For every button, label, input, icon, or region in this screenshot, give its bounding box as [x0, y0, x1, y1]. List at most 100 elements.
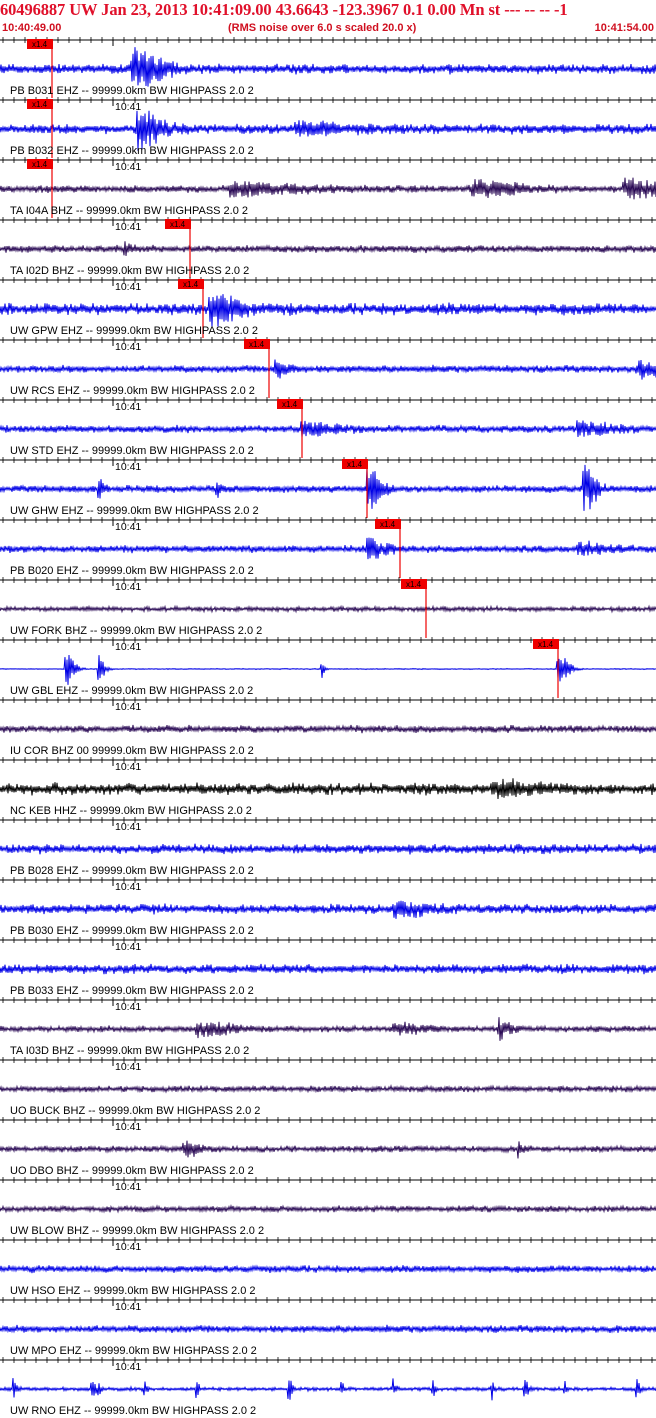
channel-row: 10:41 PB B033 EHZ -- 99999.0km BW HIGHPAS…: [0, 937, 656, 997]
channel-row: x1.4 PB B031 EHZ -- 99999.0km BW HIGHPASS…: [0, 37, 656, 98]
channel-row: 10:41 x1.4 PB B020 EHZ -- 99999.0km BW HIG…: [0, 517, 656, 578]
channel-label: UW GBL EHZ -- 99999.0km BW HIGHPASS 2.0 …: [10, 685, 253, 697]
minute-label: 10:41: [115, 1121, 141, 1133]
waveform-trace: [0, 1324, 656, 1334]
pick-flag-label: x1.4: [32, 100, 48, 109]
waveform-trace: [0, 843, 656, 855]
channel-label: UW FORK BHZ -- 99999.0km BW HIGHPASS 2.0…: [10, 625, 262, 637]
pick-flag-label: x1.4: [32, 40, 48, 49]
channel-row: 10:41 x1.4 UW RCS EHZ -- 99999.0km BW HIGH…: [0, 337, 656, 398]
waveform-trace: [0, 1264, 656, 1274]
channel-row: 10:41 x1.4 TA I04A BHZ -- 99999.0km BW HIG…: [0, 157, 656, 218]
channel-row: 10:41 x1.4 TA I02D BHZ -- 99999.0km BW HIG…: [0, 217, 656, 278]
minute-label: 10:41: [115, 1361, 141, 1373]
pick-flag-label: x1.4: [380, 520, 396, 529]
channel-label: UO DBO BHZ -- 99999.0km BW HIGHPASS 2.0 …: [10, 1165, 254, 1177]
minute-label: 10:41: [115, 1241, 141, 1253]
channel-label: UO BUCK BHZ -- 99999.0km BW HIGHPASS 2.0…: [10, 1105, 260, 1117]
waveform-trace: [0, 724, 656, 734]
channel-label: TA I02D BHZ -- 99999.0km BW HIGHPASS 2.0…: [10, 265, 249, 277]
channel-row: 10:41 x1.4 UW GBL EHZ -- 99999.0km BW HIGH…: [0, 637, 656, 698]
channel-label: PB B028 EHZ -- 99999.0km BW HIGHPASS 2.0…: [10, 865, 254, 877]
channel-label: TA I04A BHZ -- 99999.0km BW HIGHPASS 2.0…: [10, 205, 248, 217]
channel-label: UW GPW EHZ -- 99999.0km BW HIGHPASS 2.0 …: [10, 325, 258, 337]
channel-row: 10:41 UO BUCK BHZ -- 99999.0km BW HIGHPAS…: [0, 1057, 656, 1117]
channel-row: 10:41 UW BLOW BHZ -- 99999.0km BW HIGHPAS…: [0, 1177, 656, 1237]
minute-label: 10:41: [115, 581, 141, 593]
pick-flag-label: x1.4: [32, 160, 48, 169]
waveform-trace: [0, 604, 656, 614]
minute-label: 10:41: [115, 941, 141, 953]
minute-label: 10:41: [115, 221, 141, 233]
channel-row: 10:41 UO DBO BHZ -- 99999.0km BW HIGHPASS…: [0, 1117, 656, 1177]
pick-flag-label: x1.4: [170, 220, 186, 229]
channel-row: 10:41 UW MPO EHZ -- 99999.0km BW HIGHPASS…: [0, 1297, 656, 1357]
channel-row: 10:41 PB B028 EHZ -- 99999.0km BW HIGHPAS…: [0, 817, 656, 877]
minute-label: 10:41: [115, 701, 141, 713]
pick-flag-label: x1.4: [249, 340, 265, 349]
seismogram-panel: x1.4 PB B031 EHZ -- 99999.0km BW HIGHPASS…: [0, 37, 656, 1417]
minute-label: 10:41: [115, 461, 141, 473]
minute-label: 10:41: [115, 821, 141, 833]
minute-label: 10:41: [115, 1181, 141, 1193]
minute-label: 10:41: [115, 1301, 141, 1313]
channel-label: PB B031 EHZ -- 99999.0km BW HIGHPASS 2.0…: [10, 85, 254, 97]
waveform-trace: [0, 1204, 656, 1214]
waveform-trace: [0, 464, 656, 511]
channel-row: 10:41 UW HSO EHZ -- 99999.0km BW HIGHPASS…: [0, 1237, 656, 1297]
minute-label: 10:41: [115, 881, 141, 893]
channel-row: 10:41x1.4PB B032 EHZ -- 99999.0km BW HIG…: [0, 97, 656, 158]
waveform-trace: [0, 241, 656, 256]
waveform-trace: [0, 778, 656, 800]
minute-label: 10:41: [115, 281, 141, 293]
waveform-trace: [0, 177, 656, 200]
waveform-trace: [0, 47, 656, 87]
channel-label: PB B032 EHZ -- 99999.0km BW HIGHPASS 2.0…: [10, 145, 254, 157]
waveform-trace: [0, 420, 656, 438]
waveform-trace: [0, 1084, 656, 1094]
channel-label: NC KEB HHZ -- 99999.0km BW HIGHPASS 2.0 …: [10, 805, 252, 817]
channel-label: TA I03D BHZ -- 99999.0km BW HIGHPASS 2.0…: [10, 1045, 249, 1057]
channel-label: IU COR BHZ 00 99999.0km BW HIGHPASS 2.0 …: [10, 745, 254, 757]
channel-row: 10:41 x1.4 UW FORK BHZ -- 99999.0km BW HIG…: [0, 577, 656, 638]
channel-row: 10:41 NC KEB HHZ -- 99999.0km BW HIGHPASS…: [0, 757, 656, 817]
pick-flag-label: x1.4: [282, 400, 298, 409]
pick-flag-label: x1.4: [347, 460, 363, 469]
channel-label: PB B030 EHZ -- 99999.0km BW HIGHPASS 2.0…: [10, 925, 254, 937]
waveform-trace: [0, 963, 656, 975]
waveform-trace: [0, 1017, 656, 1041]
channel-label: PB B033 EHZ -- 99999.0km BW HIGHPASS 2.0…: [10, 985, 254, 997]
channel-label: UW STD EHZ -- 99999.0km BW HIGHPASS 2.0 …: [10, 445, 254, 457]
minute-label: 10:41: [115, 761, 141, 773]
channel-label: UW RNO EHZ -- 99999.0km BW HIGHPASS 2.0 …: [10, 1405, 256, 1417]
channel-label: UW HSO EHZ -- 99999.0km BW HIGHPASS 2.0 …: [10, 1285, 256, 1297]
waveform-trace: [0, 1378, 656, 1401]
channel-row: 10:41 x1.4 UW STD EHZ -- 99999.0km BW HIGH…: [0, 397, 656, 458]
channel-row: 10:41 x1.4 UW GPW EHZ -- 99999.0km BW HIGH…: [0, 277, 656, 338]
pick-flag-label: x1.4: [538, 640, 554, 649]
channel-row: 10:41 IU COR BHZ 00 99999.0km BW HIGHPASS…: [0, 697, 656, 757]
minute-label: 10:41: [115, 341, 141, 353]
channel-row: 10:41 x1.4 UW GHW EHZ -- 99999.0km BW HIGH…: [0, 457, 656, 518]
minute-label: 10:41: [115, 641, 141, 653]
channel-row: 10:41 TA I03D BHZ -- 99999.0km BW HIGHPAS…: [0, 997, 656, 1057]
waveform-trace: [0, 359, 656, 380]
pick-flag-label: x1.4: [406, 580, 422, 589]
channel-label: UW RCS EHZ -- 99999.0km BW HIGHPASS 2.0 …: [10, 385, 255, 397]
minute-label: 10:41: [115, 1061, 141, 1073]
pick-flag-label: x1.4: [183, 280, 199, 289]
waveform-trace: [0, 294, 656, 327]
minute-label: 10:41: [115, 161, 141, 173]
channel-label: UW MPO EHZ -- 99999.0km BW HIGHPASS 2.0 …: [10, 1345, 257, 1357]
minute-label: 10:41: [115, 401, 141, 413]
minute-label: 10:41: [115, 1001, 141, 1013]
waveform-trace: [0, 537, 656, 560]
channel-label: UW GHW EHZ -- 99999.0km BW HIGHPASS 2.0 …: [10, 505, 259, 517]
channel-label: PB B020 EHZ -- 99999.0km BW HIGHPASS 2.0…: [10, 565, 254, 577]
channel-label: UW BLOW BHZ -- 99999.0km BW HIGHPASS 2.0…: [10, 1225, 264, 1237]
waveform-trace: [0, 900, 656, 919]
waveform-trace: [0, 1140, 656, 1159]
channel-row: 10:41 UW RNO EHZ -- 99999.0km BW HIGHPASS…: [0, 1357, 656, 1417]
minute-label: 10:41: [115, 521, 141, 533]
channel-row: 10:41 PB B030 EHZ -- 99999.0km BW HIGHPAS…: [0, 877, 656, 937]
